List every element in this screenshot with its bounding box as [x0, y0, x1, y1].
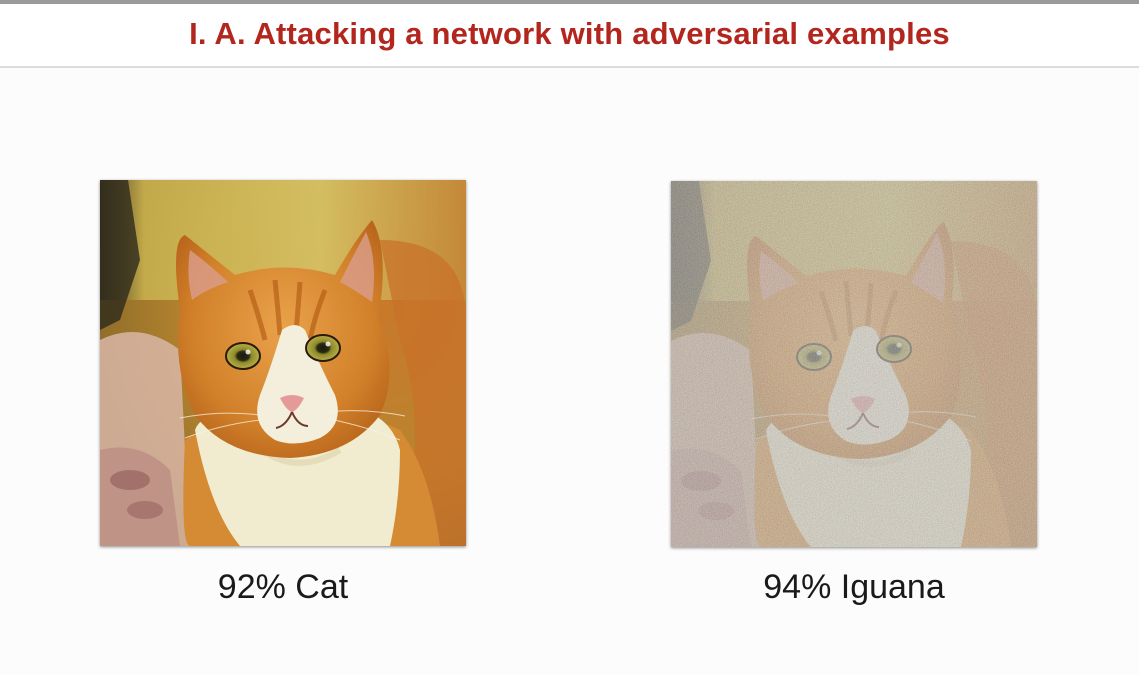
slide: I. A. Attacking a network with adversari… [0, 0, 1139, 675]
slide-title: I. A. Attacking a network with adversari… [189, 16, 950, 51]
slide-header: I. A. Attacking a network with adversari… [0, 4, 1139, 68]
adversarial-prediction-label: 94% Iguana [763, 568, 945, 606]
adversarial-cat-image [671, 181, 1037, 547]
original-cat-image [100, 180, 466, 546]
original-prediction-label: 92% Cat [217, 568, 349, 606]
